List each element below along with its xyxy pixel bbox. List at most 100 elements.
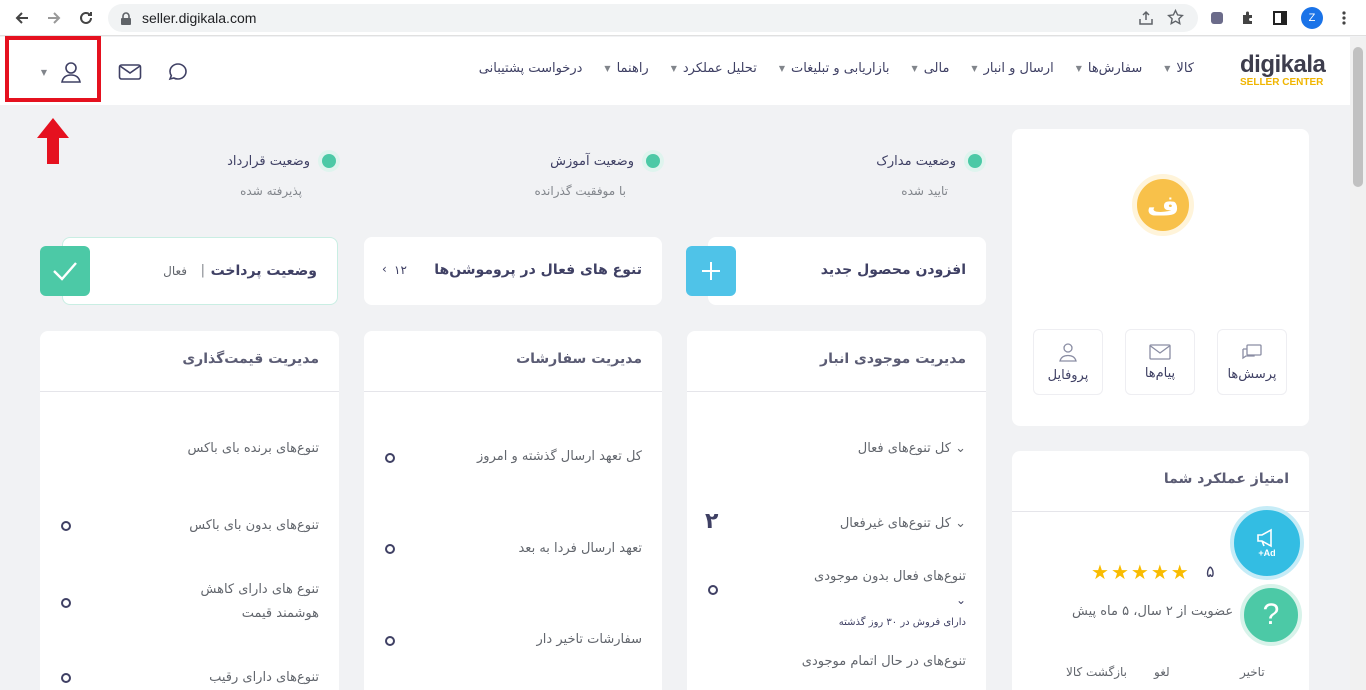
status-training: وضعیت آموزش با موفقیت گذرانده — [464, 150, 664, 198]
back-icon[interactable] — [10, 6, 34, 30]
puzzle-icon[interactable] — [1238, 8, 1258, 28]
menu-item-support[interactable]: درخواست پشتیبانی — [479, 61, 583, 76]
chevron-down-icon: ▼ — [1075, 64, 1082, 73]
pricing-row-buybox-winners[interactable]: تنوع‌های برنده بای باکس — [187, 437, 319, 461]
questions-icon — [1242, 343, 1262, 359]
chevron-down-icon: ▼ — [971, 64, 978, 73]
mail-icon[interactable] — [117, 59, 143, 85]
logo-subtitle: SELLER CENTER — [1240, 77, 1324, 88]
lock-icon — [120, 11, 132, 30]
order-row-tomorrow[interactable]: تعهد ارسال فردا به بعد — [518, 537, 642, 561]
menu-item-analytics[interactable]: تحلیل عملکرد ▼ — [671, 61, 757, 76]
orders-panel: مدیریت سفارشات کل تعهد ارسال گذشته و امر… — [364, 331, 662, 690]
menu-item-shipping[interactable]: ارسال و انبار ▼ — [971, 61, 1053, 76]
red-arrow-icon — [37, 118, 69, 164]
star-icon: ★ — [1110, 560, 1129, 584]
promotions-card[interactable]: تنوع های فعال در پروموشن‌ها ۱۲ ‹ — [364, 237, 662, 305]
payment-title: وضعیت پرداخت — [210, 263, 317, 279]
menu-item-finance[interactable]: مالی ▼ — [912, 61, 950, 76]
pricing-row-smart-reduction[interactable]: تنوع های دارای کاهش هوشمند قیمت — [201, 578, 319, 626]
side-panel-icon[interactable] — [1270, 8, 1290, 28]
menu-item-marketing[interactable]: بازاریابی و تبلیغات ▼ — [779, 61, 890, 76]
tile-label: پرسش‌ها — [1227, 366, 1277, 382]
forward-icon[interactable] — [42, 6, 66, 30]
status-title: وضعیت آموزش — [550, 153, 634, 169]
star-icon: ★ — [1130, 560, 1149, 584]
add-product-card[interactable]: افزودن محصول جدید — [708, 237, 986, 305]
chevron-down-icon: ▼ — [604, 64, 611, 73]
status-value: با موفقیت گذرانده — [534, 184, 626, 198]
value-placeholder-icon — [385, 544, 395, 554]
plus-icon — [702, 262, 720, 280]
status-value: تایید شده — [901, 184, 948, 198]
logo-title[interactable]: digikala — [1240, 51, 1326, 79]
profile-tile[interactable]: پروفایل — [1033, 329, 1103, 395]
value-placeholder-icon — [708, 585, 718, 595]
page-scrollbar[interactable] — [1350, 37, 1366, 690]
order-row-delayed[interactable]: سفارشات تاخیر دار — [537, 628, 642, 652]
row-label: کل تنوع‌های فعال — [857, 441, 951, 456]
question-icon: ? — [1262, 598, 1280, 631]
inactive-variants-link[interactable]: کل تنوع‌های غیرفعال ⌄ — [840, 512, 966, 536]
divider — [364, 391, 662, 392]
order-row-past-today[interactable]: کل تعهد ارسال گذشته و امروز — [477, 445, 642, 469]
status-title: وضعیت قرارداد — [227, 153, 310, 169]
panel-title: مدیریت سفارشات — [516, 351, 642, 367]
reload-icon[interactable] — [74, 6, 98, 30]
value-placeholder-icon — [385, 453, 395, 463]
address-bar[interactable]: seller.digikala.com — [108, 4, 1198, 32]
pricing-row-no-buybox[interactable]: تنوع‌های بدون بای باکس — [189, 514, 319, 538]
no-stock-variants-link[interactable]: تنوع‌های فعال بدون موجودی — [814, 565, 966, 589]
status-contract: وضعیت قرارداد پذیرفته شده — [140, 150, 340, 198]
profile-card: ف پرسش‌ها پیام‌ها پروفایل — [1012, 129, 1309, 426]
questions-tile[interactable]: پرسش‌ها — [1217, 329, 1287, 395]
kebab-menu-icon[interactable] — [1334, 8, 1354, 28]
value-placeholder-icon — [385, 636, 395, 646]
inventory-panel: مدیریت موجودی انبار کل تنوع‌های فعال ⌄ ک… — [687, 331, 986, 690]
chevron-down-icon: ▼ — [1164, 64, 1171, 73]
browser-profile-avatar[interactable]: Z — [1301, 7, 1323, 29]
scrollbar-thumb[interactable] — [1353, 47, 1363, 187]
check-icon — [53, 262, 77, 281]
mail-icon — [1149, 343, 1171, 360]
metric-cancel: لغو — [1154, 665, 1170, 679]
app-header: digikala SELLER CENTER کالا ▼ سفارش‌ها ▼ ا… — [0, 37, 1350, 105]
pricing-panel: مدیریت قیمت‌گذاری تنوع‌های برنده بای باک… — [40, 331, 339, 690]
row-label: کل تنوع‌های غیرفعال — [839, 516, 951, 531]
separator: | — [200, 263, 205, 278]
menu-item-label: درخواست پشتیبانی — [478, 61, 583, 76]
status-title: وضعیت مدارک — [876, 153, 956, 169]
menu-item-orders[interactable]: سفارش‌ها ▼ — [1076, 61, 1143, 76]
help-fab-button[interactable]: ? — [1240, 584, 1302, 646]
payment-value: فعال — [163, 264, 187, 278]
membership-text: عضویت از ۲ سال، ۵ ماه پیش — [1072, 604, 1234, 619]
chat-icon[interactable] — [165, 59, 191, 85]
check-dot-icon — [318, 150, 340, 172]
value-placeholder-icon — [61, 521, 71, 531]
row-label: تنوع‌های در حال اتمام موجودی — [801, 654, 966, 669]
chevron-down-icon[interactable]: ⌄ — [956, 593, 966, 607]
extension-icon[interactable] — [1207, 8, 1227, 28]
panel-title: مدیریت موجودی انبار — [820, 351, 966, 367]
share-icon[interactable] — [1138, 10, 1154, 30]
bookmark-star-icon[interactable] — [1167, 8, 1184, 30]
status-documents: وضعیت مدارک تایید شده — [786, 150, 986, 198]
menu-item-help[interactable]: راهنما ▼ — [604, 61, 648, 76]
active-variants-link[interactable]: کل تنوع‌های فعال ⌄ — [858, 437, 966, 461]
menu-item-products[interactable]: کالا ▼ — [1164, 61, 1194, 76]
finishing-variants-link[interactable]: تنوع‌های در حال اتمام موجودی — [802, 650, 966, 674]
url-text: seller.digikala.com — [142, 10, 257, 26]
ad-fab-button[interactable]: +Ad — [1230, 506, 1304, 580]
avatar[interactable]: ف — [1132, 174, 1194, 236]
add-product-button[interactable] — [686, 246, 736, 296]
menu-item-label: مالی — [923, 61, 950, 76]
main-menu: کالا ▼ سفارش‌ها ▼ ارسال و انبار ▼ مالی ▼ باز… — [479, 61, 1194, 76]
pricing-row-competitors[interactable]: تنوع‌های دارای رقیب — [209, 666, 319, 690]
messages-tile[interactable]: پیام‌ها — [1125, 329, 1195, 395]
rating-score: ۵ — [1206, 562, 1215, 581]
user-icon — [1059, 342, 1077, 362]
chevron-down-icon: ⌄ — [955, 441, 966, 456]
divider — [40, 391, 339, 392]
promotions-count: ۱۲ — [394, 263, 407, 277]
chevron-down-icon: ▼ — [911, 64, 918, 73]
